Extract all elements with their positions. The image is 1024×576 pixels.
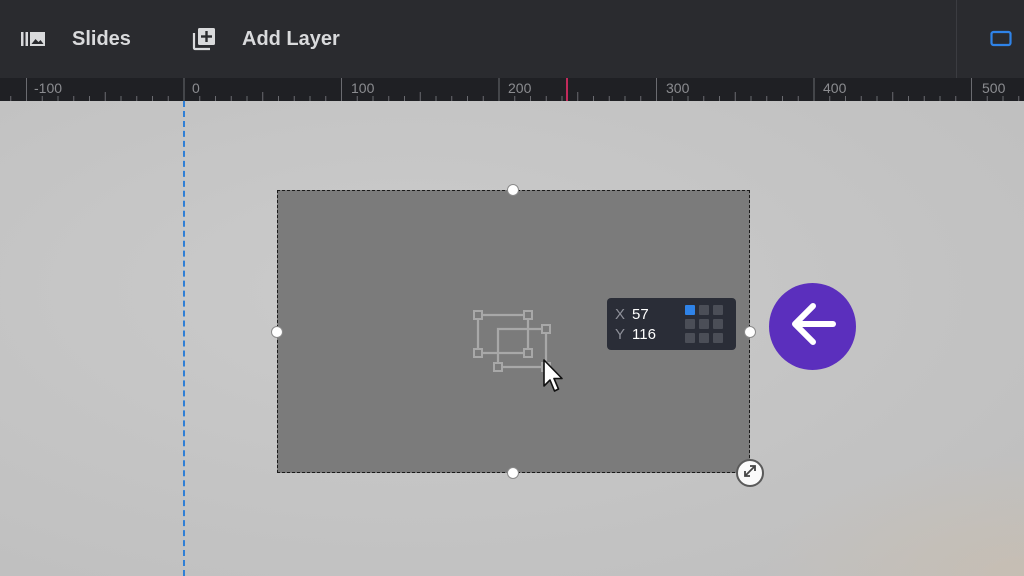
arrow-left-icon xyxy=(785,296,841,357)
add-layer-icon xyxy=(192,27,216,51)
anchor-top-left[interactable] xyxy=(685,305,695,315)
slides-label: Slides xyxy=(72,27,131,50)
add-layer-button[interactable]: Add Layer xyxy=(192,0,340,78)
resize-arrows-icon xyxy=(742,463,758,484)
ruler-label: 200 xyxy=(508,80,532,96)
ruler-label: 500 xyxy=(982,80,1006,96)
y-axis-label: Y xyxy=(615,326,626,343)
horizontal-ruler[interactable]: -100 0 100 200 300 400 500 xyxy=(0,78,1024,101)
x-coordinate[interactable]: X 57 xyxy=(615,306,649,323)
ruler-label: 100 xyxy=(351,80,375,96)
ruler-label: 300 xyxy=(666,80,690,96)
anchor-middle-left[interactable] xyxy=(685,319,695,329)
anchor-top-right[interactable] xyxy=(713,305,723,315)
anchor-top-center[interactable] xyxy=(699,305,709,315)
screen-view-button[interactable] xyxy=(990,0,1012,78)
x-axis-label: X xyxy=(615,306,626,323)
anchor-middle-right[interactable] xyxy=(713,319,723,329)
anchor-bottom-right[interactable] xyxy=(713,333,723,343)
y-coordinate[interactable]: Y 116 xyxy=(615,326,656,343)
add-layer-label: Add Layer xyxy=(242,27,340,50)
ruler-label: 400 xyxy=(823,80,847,96)
toolbar-divider xyxy=(956,0,957,78)
resize-handle-right[interactable] xyxy=(744,326,756,338)
slides-library-icon xyxy=(20,29,46,49)
anchor-center[interactable] xyxy=(699,319,709,329)
anchor-bottom-left[interactable] xyxy=(685,333,695,343)
vertical-guide-line[interactable] xyxy=(183,101,185,576)
resize-handle-top[interactable] xyxy=(507,184,519,196)
mouse-pointer-icon xyxy=(542,359,566,400)
resize-handle-left[interactable] xyxy=(271,326,283,338)
back-arrow-button[interactable] xyxy=(769,283,856,370)
top-toolbar: Slides Add Layer xyxy=(0,0,1024,78)
x-value: 57 xyxy=(632,306,649,323)
ruler-label: 0 xyxy=(192,80,200,96)
ruler-label: -100 xyxy=(34,80,63,96)
resize-handle-bottom[interactable] xyxy=(507,467,519,479)
position-readout: X 57 Y 116 xyxy=(607,298,736,350)
y-value: 116 xyxy=(632,326,656,343)
corner-resize-button[interactable] xyxy=(736,459,764,487)
slides-button[interactable]: Slides xyxy=(20,0,131,78)
screen-icon xyxy=(990,30,1012,48)
anchor-bottom-center[interactable] xyxy=(699,333,709,343)
anchor-point-selector[interactable] xyxy=(685,305,723,343)
